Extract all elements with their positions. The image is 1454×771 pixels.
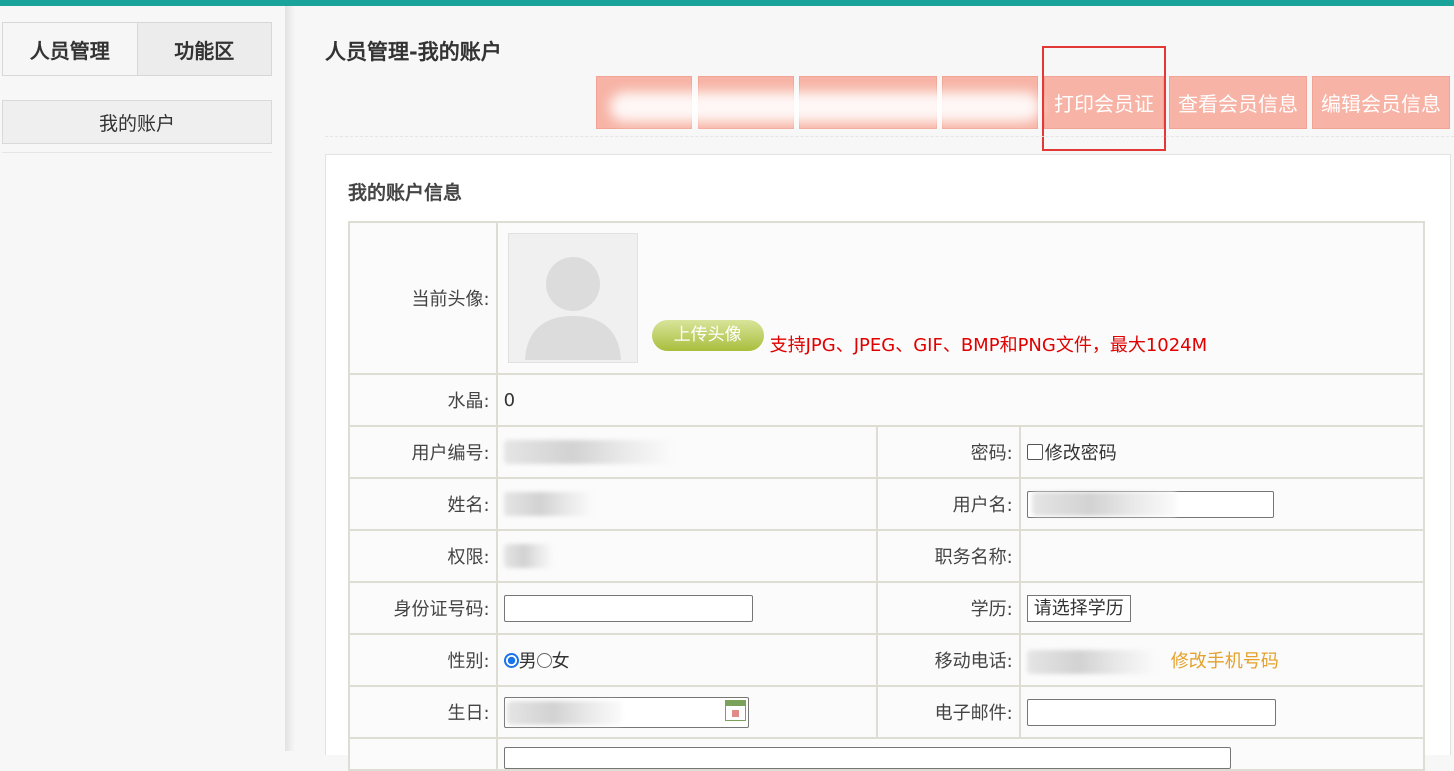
gender-male-radio[interactable] [503, 653, 519, 668]
name-label: 姓名: [348, 477, 498, 531]
user-silhouette-icon [524, 257, 621, 360]
sidebar: 人员管理 功能区 我的账户 [0, 6, 285, 751]
name-redacted [503, 492, 594, 516]
change-password-label[interactable]: 修改密码 [1045, 443, 1117, 464]
username-input[interactable] [1026, 490, 1274, 518]
crystal-value: 0 [495, 373, 1426, 427]
name-row: 姓名: 用户名: [348, 477, 1426, 531]
mobile-redacted [1026, 649, 1157, 674]
sidebar-tabs: 人员管理 功能区 [2, 22, 272, 76]
crystal-row: 水晶: 0 [348, 373, 1426, 427]
user-no-redacted [503, 440, 674, 464]
gender-male-label[interactable]: 男 [519, 651, 537, 672]
avatar-image [507, 233, 638, 363]
job-title-label: 职务名称: [876, 529, 1021, 583]
upload-avatar-button[interactable]: 上传头像 [651, 320, 764, 351]
gender-label: 性别: [348, 633, 498, 687]
email-input[interactable] [1026, 698, 1276, 726]
redaction-blur [610, 92, 1040, 122]
user-no-label: 用户编号: [348, 425, 498, 479]
tab-function-area[interactable]: 功能区 [138, 23, 272, 75]
sidebar-divider [2, 152, 272, 153]
view-member-info-button[interactable]: 查看会员信息 [1169, 76, 1307, 129]
avatar-row: 当前头像: 上传头像 支持JPG、JPEG、GIF、BMP和PNG文件，最大102… [348, 221, 1426, 375]
permission-label: 权限: [348, 529, 498, 583]
username-label: 用户名: [876, 477, 1021, 531]
gender-female-radio[interactable] [536, 653, 552, 668]
permission-row: 权限: 职务名称: [348, 529, 1426, 583]
avatar-label: 当前头像: [348, 221, 498, 375]
change-password-checkbox[interactable] [1026, 444, 1043, 460]
job-title-value [1018, 529, 1426, 583]
account-info-table: 当前头像: 上传头像 支持JPG、JPEG、GIF、BMP和PNG文件，最大102… [348, 221, 1426, 771]
upload-hint: 支持JPG、JPEG、GIF、BMP和PNG文件，最大1024M [769, 335, 1208, 356]
password-label: 密码: [876, 425, 1021, 479]
id-card-row: 身份证号码: 学历: 请选择学历 [348, 581, 1426, 635]
gender-female-label[interactable]: 女 [552, 651, 570, 672]
birthday-row: 生日: 电子邮件: [348, 685, 1426, 739]
edit-member-info-button[interactable]: 编辑会员信息 [1312, 76, 1450, 129]
mobile-label: 移动电话: [876, 633, 1021, 687]
page-title: 人员管理-我的账户 [325, 40, 502, 64]
permission-redacted [503, 544, 554, 568]
partial-input[interactable] [503, 747, 1231, 769]
change-mobile-link[interactable]: 修改手机号码 [1171, 651, 1279, 672]
crystal-label: 水晶: [348, 373, 498, 427]
id-card-label: 身份证号码: [348, 581, 498, 635]
email-label: 电子邮件: [876, 685, 1021, 739]
panel-title: 我的账户信息 [348, 182, 463, 204]
title-divider [325, 136, 1454, 137]
calendar-icon[interactable] [724, 699, 746, 721]
user-no-row: 用户编号: 密码: 修改密码 [348, 425, 1426, 479]
education-select[interactable]: 请选择学历 [1026, 594, 1131, 622]
sidebar-item-my-account[interactable]: 我的账户 [2, 100, 272, 144]
education-label: 学历: [876, 581, 1021, 635]
next-row [348, 737, 1426, 771]
gender-row: 性别: 男女 移动电话: 修改手机号码 [348, 633, 1426, 687]
id-card-input[interactable] [503, 594, 753, 622]
sidebar-shadow [285, 6, 295, 751]
tab-personnel-management[interactable]: 人员管理 [3, 23, 138, 75]
avatar-cell: 上传头像 支持JPG、JPEG、GIF、BMP和PNG文件，最大1024M [495, 221, 1426, 375]
birthday-label: 生日: [348, 685, 498, 739]
birthday-input[interactable] [503, 696, 749, 728]
